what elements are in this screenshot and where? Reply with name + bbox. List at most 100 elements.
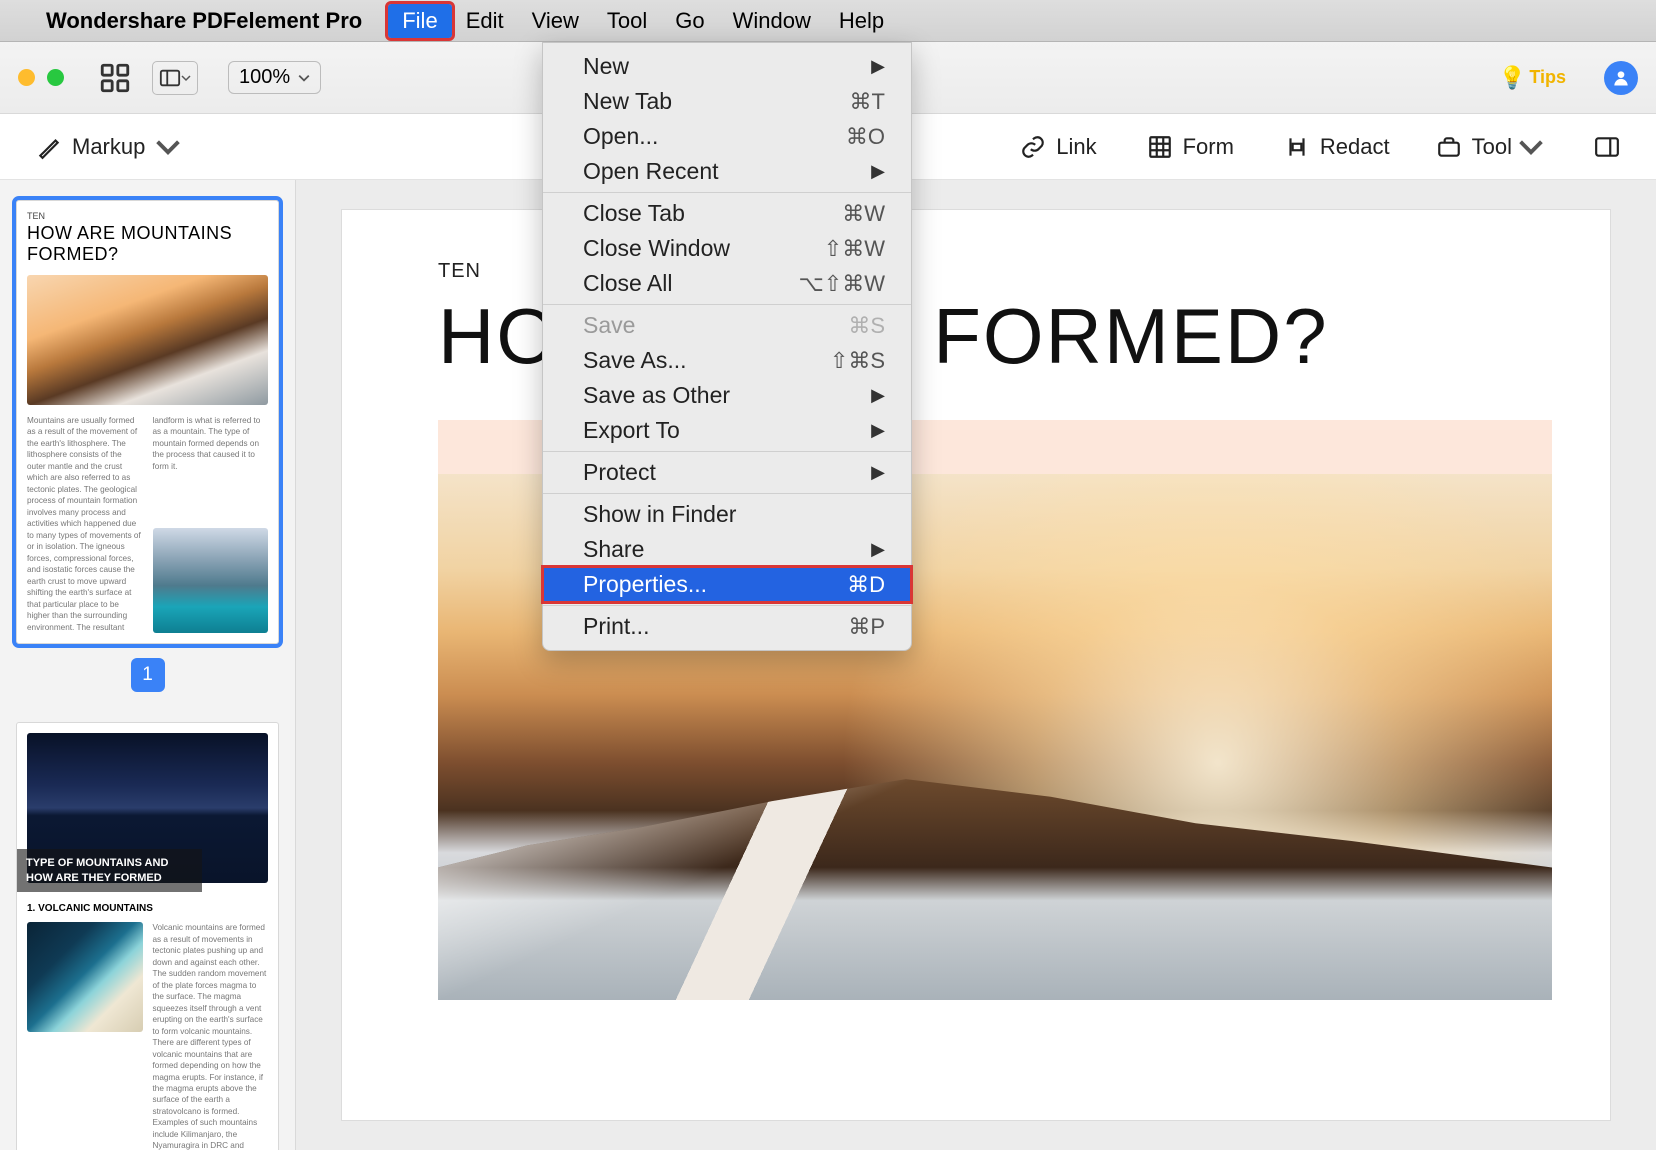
- file-menu-export-to[interactable]: Export To▶: [543, 413, 911, 448]
- thumb1-title: HOW ARE MOUNTAINS FORMED?: [27, 223, 268, 265]
- toolbox-icon: [1436, 134, 1462, 160]
- menu-item-shortcut: ⌘W: [842, 201, 885, 227]
- file-menu-new-tab[interactable]: New Tab ⌘T: [543, 84, 911, 119]
- thumbnails-sidebar[interactable]: TEN HOW ARE MOUNTAINS FORMED? Mountains …: [0, 180, 296, 1150]
- menu-item-label: Show in Finder: [583, 501, 736, 528]
- file-menu-close-tab[interactable]: Close Tab ⌘W: [543, 196, 911, 231]
- menu-window[interactable]: Window: [719, 4, 825, 38]
- menu-separator: [543, 192, 911, 193]
- thumb2-overlay-title: TYPE OF MOUNTAINS AND HOW ARE THEY FORME…: [17, 849, 202, 892]
- submenu-arrow-icon: ▶: [871, 56, 885, 77]
- chevron-down-icon: [181, 73, 191, 83]
- file-menu-open[interactable]: Open...⌘O: [543, 119, 911, 154]
- menu-item-label: Open Recent: [583, 158, 719, 185]
- link-icon: [1020, 134, 1046, 160]
- form-button[interactable]: Form: [1147, 134, 1234, 160]
- menu-item-label: Close Window: [583, 235, 730, 262]
- account-avatar[interactable]: [1604, 61, 1638, 95]
- chevron-down-icon: [1518, 134, 1544, 160]
- menu-item-shortcut: ⇧⌘W: [824, 236, 885, 262]
- chevron-down-icon: [155, 134, 181, 160]
- file-menu-close-window[interactable]: Close Window ⇧⌘W: [543, 231, 911, 266]
- thumb1-para-b: landform is what is referred to as a mou…: [153, 415, 269, 520]
- tool-button[interactable]: Tool: [1440, 134, 1544, 160]
- thumb2-para: Volcanic mountains are formed as a resul…: [153, 922, 269, 1150]
- file-menu-dropdown: New ▶ New Tab ⌘T Open...⌘O Open Recent ▶ Close …: [542, 42, 912, 651]
- file-menu-save: Save ⌘S: [543, 308, 911, 343]
- redact-icon: [1284, 134, 1310, 160]
- menu-item-label: Close Tab: [583, 200, 685, 227]
- menu-separator: [543, 304, 911, 305]
- menu-tool[interactable]: Tool: [593, 4, 661, 38]
- user-icon: [1611, 68, 1631, 88]
- thumb1-para-a: Mountains are usually formed as a result…: [27, 415, 143, 633]
- thumbnail-page-2[interactable]: TYPE OF MOUNTAINS AND HOW ARE THEY FORME…: [16, 722, 279, 1150]
- submenu-arrow-icon: ▶: [871, 539, 885, 560]
- zoom-value: 100%: [239, 66, 290, 89]
- file-menu-show-in-finder[interactable]: Show in Finder: [543, 497, 911, 532]
- file-menu-open-recent[interactable]: Open Recent ▶: [543, 154, 911, 189]
- menu-item-shortcut: ⌘S: [848, 313, 885, 339]
- page-1-number: 1: [131, 658, 165, 692]
- file-menu-new[interactable]: New ▶: [543, 49, 911, 84]
- file-menu-save-as[interactable]: Save As... ⇧⌘S: [543, 343, 911, 378]
- link-button[interactable]: Link: [1020, 134, 1096, 160]
- thumbnail-page-1[interactable]: TEN HOW ARE MOUNTAINS FORMED? Mountains …: [16, 200, 279, 644]
- menu-file[interactable]: File: [388, 4, 451, 38]
- menu-item-label: Open...: [583, 123, 658, 150]
- thumb1-mini-image: [153, 528, 269, 633]
- menu-item-label: Share: [583, 536, 644, 563]
- tips-label: Tips: [1529, 67, 1566, 88]
- menu-item-label: Close All: [583, 270, 672, 297]
- document-page: TEN HOUNTAINS FORMED?: [342, 210, 1610, 1120]
- redact-label: Redact: [1320, 134, 1390, 160]
- traffic-light-1[interactable]: [18, 69, 35, 86]
- menu-edit[interactable]: Edit: [452, 4, 518, 38]
- menu-item-shortcut: ⌘D: [847, 572, 885, 598]
- zoom-selector[interactable]: 100%: [228, 61, 321, 94]
- menu-view[interactable]: View: [518, 4, 593, 38]
- menu-item-label: Export To: [583, 417, 680, 444]
- menu-item-shortcut: ⌘T: [850, 89, 885, 115]
- tool-label: Tool: [1472, 134, 1512, 160]
- traffic-lights: [18, 69, 64, 86]
- menu-item-label: Save: [583, 312, 635, 339]
- file-menu-protect[interactable]: Protect▶: [543, 455, 911, 490]
- document-viewer[interactable]: TEN HOUNTAINS FORMED?: [296, 180, 1656, 1150]
- menu-item-shortcut: ⌥⇧⌘W: [798, 271, 885, 297]
- submenu-arrow-icon: ▶: [871, 161, 885, 182]
- thumb1-pre: TEN: [27, 211, 268, 221]
- menu-item-label: Properties...: [583, 571, 707, 598]
- menu-separator: [543, 493, 911, 494]
- link-label: Link: [1056, 134, 1096, 160]
- right-panel-toggle[interactable]: [1594, 134, 1620, 160]
- lightbulb-icon: 💡: [1499, 65, 1526, 91]
- file-menu-share[interactable]: Share ▶: [543, 532, 911, 567]
- page-1-badge: 1: [16, 658, 279, 692]
- file-menu-close-all[interactable]: Close All ⌥⇧⌘W: [543, 266, 911, 301]
- menu-item-label: Save As...: [583, 347, 687, 374]
- submenu-arrow-icon: ▶: [871, 385, 885, 406]
- file-menu-save-as-other[interactable]: Save as Other ▶: [543, 378, 911, 413]
- markup-button[interactable]: Markup: [36, 134, 181, 160]
- submenu-arrow-icon: ▶: [871, 462, 885, 483]
- menu-item-label: Save as Other: [583, 382, 730, 409]
- grid-icon: [1147, 134, 1173, 160]
- highlighter-icon: [36, 134, 62, 160]
- menu-item-label: Print...: [583, 613, 649, 640]
- menu-item-shortcut: ⇧⌘S: [830, 348, 885, 374]
- menu-go[interactable]: Go: [661, 4, 718, 38]
- tips-button[interactable]: 💡 Tips: [1499, 65, 1566, 91]
- file-menu-properties[interactable]: Properties... ⌘D: [543, 567, 911, 602]
- menu-item-label: New: [583, 53, 629, 80]
- traffic-light-2[interactable]: [47, 69, 64, 86]
- sidebar-panel-icon[interactable]: [152, 61, 198, 95]
- menu-item-label: New Tab: [583, 88, 672, 115]
- redact-button[interactable]: Redact: [1284, 134, 1390, 160]
- file-menu-print[interactable]: Print... ⌘P: [543, 609, 911, 644]
- menu-help[interactable]: Help: [825, 4, 898, 38]
- thumbnails-grid-icon[interactable]: [98, 61, 132, 95]
- app-name[interactable]: Wondershare PDFelement Pro: [46, 8, 362, 34]
- chevron-down-icon: [298, 72, 310, 84]
- menu-item-shortcut: ⌘P: [848, 614, 885, 640]
